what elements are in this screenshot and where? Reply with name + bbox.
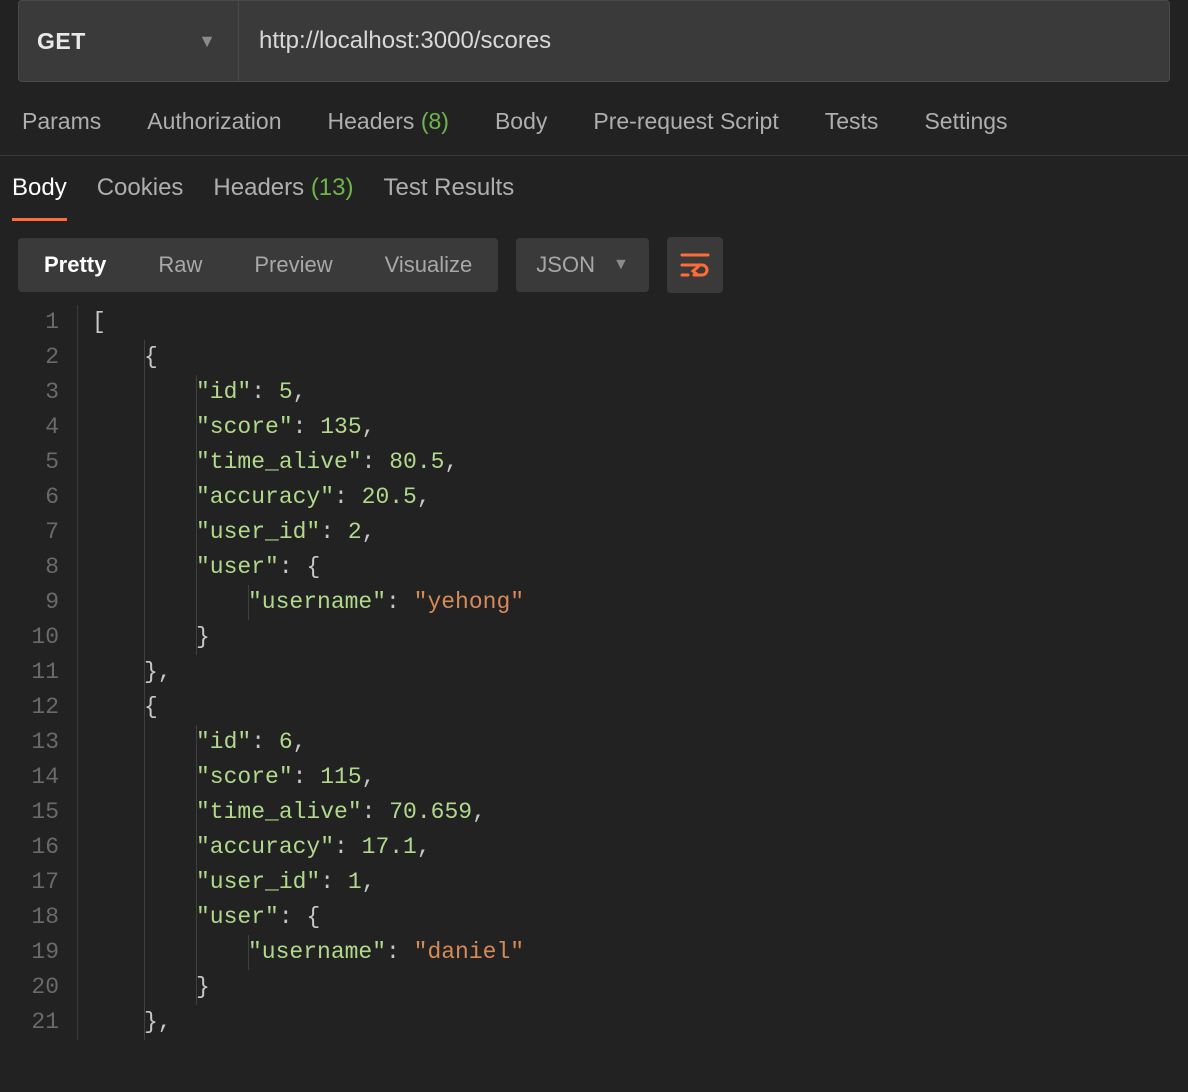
tab-params[interactable]: Params [22, 108, 101, 135]
code-line: "time_alive": 70.659, [92, 795, 1188, 830]
wrap-lines-icon [680, 252, 710, 278]
code-line: "score": 135, [92, 410, 1188, 445]
tab-request-body[interactable]: Body [495, 108, 547, 135]
chevron-down-icon: ▼ [198, 31, 216, 52]
tab-prerequest-script[interactable]: Pre-request Script [593, 108, 778, 135]
code-area[interactable]: [{"id": 5,"score": 135,"time_alive": 80.… [78, 305, 1188, 1040]
tab-response-headers[interactable]: Headers (13) [213, 174, 353, 221]
view-tab-preview[interactable]: Preview [228, 238, 358, 292]
code-line: } [92, 620, 1188, 655]
code-line: "user": { [92, 900, 1188, 935]
code-line: { [92, 690, 1188, 725]
request-tabs: Params Authorization Headers (8) Body Pr… [0, 82, 1188, 156]
code-line: } [92, 970, 1188, 1005]
code-line: "id": 5, [92, 375, 1188, 410]
code-line: "time_alive": 80.5, [92, 445, 1188, 480]
chevron-down-icon: ▼ [613, 256, 629, 274]
response-body-editor[interactable]: 123456789101112131415161718192021 [{"id"… [0, 305, 1188, 1040]
tab-request-headers[interactable]: Headers (8) [328, 108, 449, 135]
response-format-label: JSON [536, 252, 595, 278]
code-line: }, [92, 655, 1188, 690]
wrap-lines-button[interactable] [667, 237, 723, 293]
code-line: }, [92, 1005, 1188, 1040]
tab-response-body[interactable]: Body [12, 174, 67, 221]
response-tabs: Body Cookies Headers (13) Test Results [0, 156, 1188, 221]
code-line: "username": "daniel" [92, 935, 1188, 970]
response-format-select[interactable]: JSON ▼ [516, 238, 649, 292]
code-line: "user_id": 1, [92, 865, 1188, 900]
code-line: "user": { [92, 550, 1188, 585]
tab-response-headers-label: Headers [213, 174, 304, 201]
request-bar: GET ▼ [18, 0, 1170, 82]
response-headers-count: (13) [311, 174, 354, 201]
line-number-gutter: 123456789101112131415161718192021 [16, 305, 78, 1040]
code-line: "id": 6, [92, 725, 1188, 760]
code-line: "score": 115, [92, 760, 1188, 795]
http-method-label: GET [37, 28, 86, 55]
view-controls: Pretty Raw Preview Visualize JSON ▼ [0, 221, 1188, 305]
request-url-input[interactable] [239, 1, 1169, 81]
code-line: "username": "yehong" [92, 585, 1188, 620]
view-mode-tabs: Pretty Raw Preview Visualize [18, 238, 498, 292]
tab-tests[interactable]: Tests [825, 108, 879, 135]
tab-authorization[interactable]: Authorization [147, 108, 281, 135]
view-tab-pretty[interactable]: Pretty [18, 238, 132, 292]
tab-test-results[interactable]: Test Results [384, 174, 515, 221]
tab-settings[interactable]: Settings [924, 108, 1007, 135]
code-line: "user_id": 2, [92, 515, 1188, 550]
http-method-select[interactable]: GET ▼ [19, 1, 239, 81]
tab-request-headers-label: Headers [328, 108, 415, 134]
request-headers-count: (8) [421, 108, 449, 134]
tab-response-cookies[interactable]: Cookies [97, 174, 184, 221]
code-line: "accuracy": 17.1, [92, 830, 1188, 865]
code-line: "accuracy": 20.5, [92, 480, 1188, 515]
view-tab-visualize[interactable]: Visualize [359, 238, 499, 292]
view-tab-raw[interactable]: Raw [132, 238, 228, 292]
code-line: { [92, 340, 1188, 375]
code-line: [ [92, 305, 1188, 340]
